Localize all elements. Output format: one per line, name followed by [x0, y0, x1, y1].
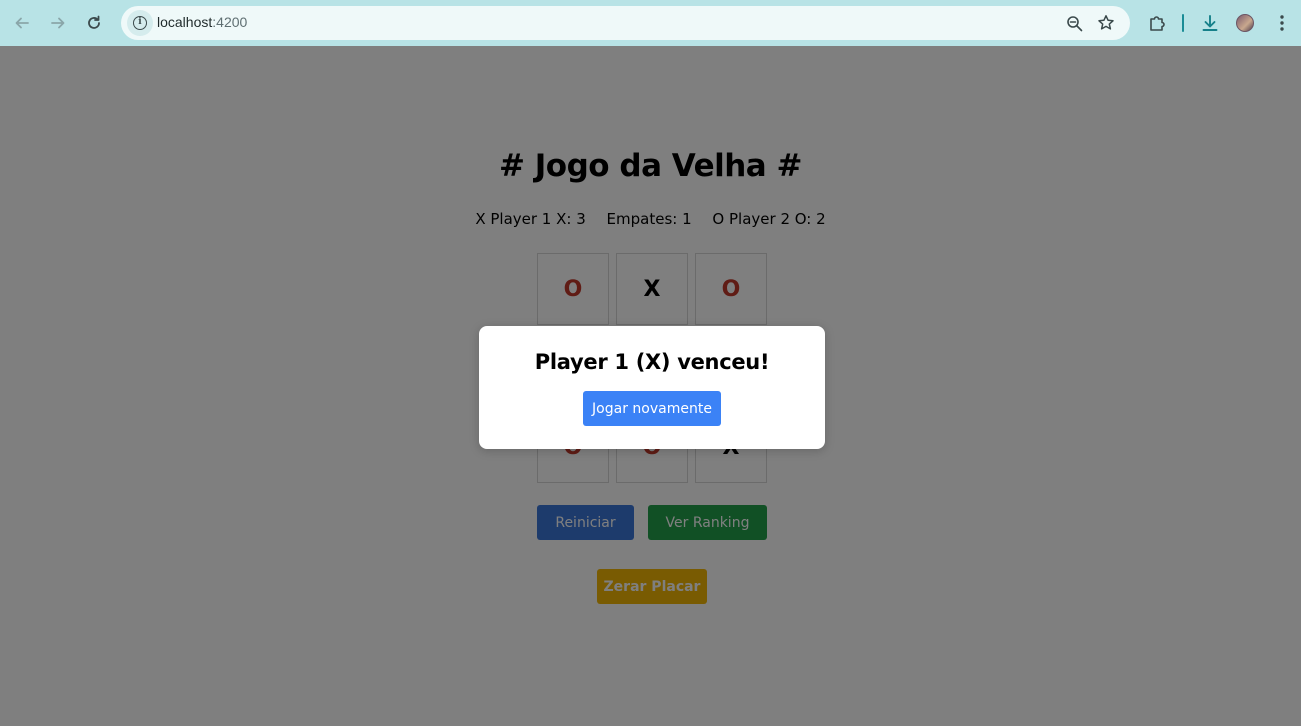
address-bar[interactable]: i localhost:4200 [121, 6, 1130, 40]
winner-message: Player 1 (X) venceu! [534, 350, 770, 374]
winner-dialog: Player 1 (X) venceu! Jogar novamente [479, 326, 825, 449]
avatar-icon[interactable] [1230, 8, 1260, 38]
info-icon[interactable]: i [127, 10, 153, 36]
url-port: :4200 [212, 14, 248, 30]
browser-toolbar: i localhost:4200 [0, 0, 1301, 46]
kebab-menu-icon[interactable] [1267, 8, 1297, 38]
back-arrow-icon[interactable] [7, 8, 37, 38]
page-content: # Jogo da Velha # X Player 1 X: 3 Empate… [0, 46, 1301, 726]
reload-icon[interactable] [79, 8, 109, 38]
profile-avatar [1236, 14, 1254, 32]
forward-arrow-icon[interactable] [43, 8, 73, 38]
star-icon[interactable] [1094, 11, 1118, 35]
toolbar-divider [1182, 14, 1184, 32]
url-text[interactable]: localhost:4200 [157, 14, 247, 30]
download-icon[interactable] [1195, 8, 1225, 38]
url-host: localhost [157, 14, 213, 30]
puzzle-icon[interactable] [1142, 8, 1172, 38]
play-again-button[interactable]: Jogar novamente [583, 391, 721, 426]
zoom-out-icon[interactable] [1062, 11, 1086, 35]
